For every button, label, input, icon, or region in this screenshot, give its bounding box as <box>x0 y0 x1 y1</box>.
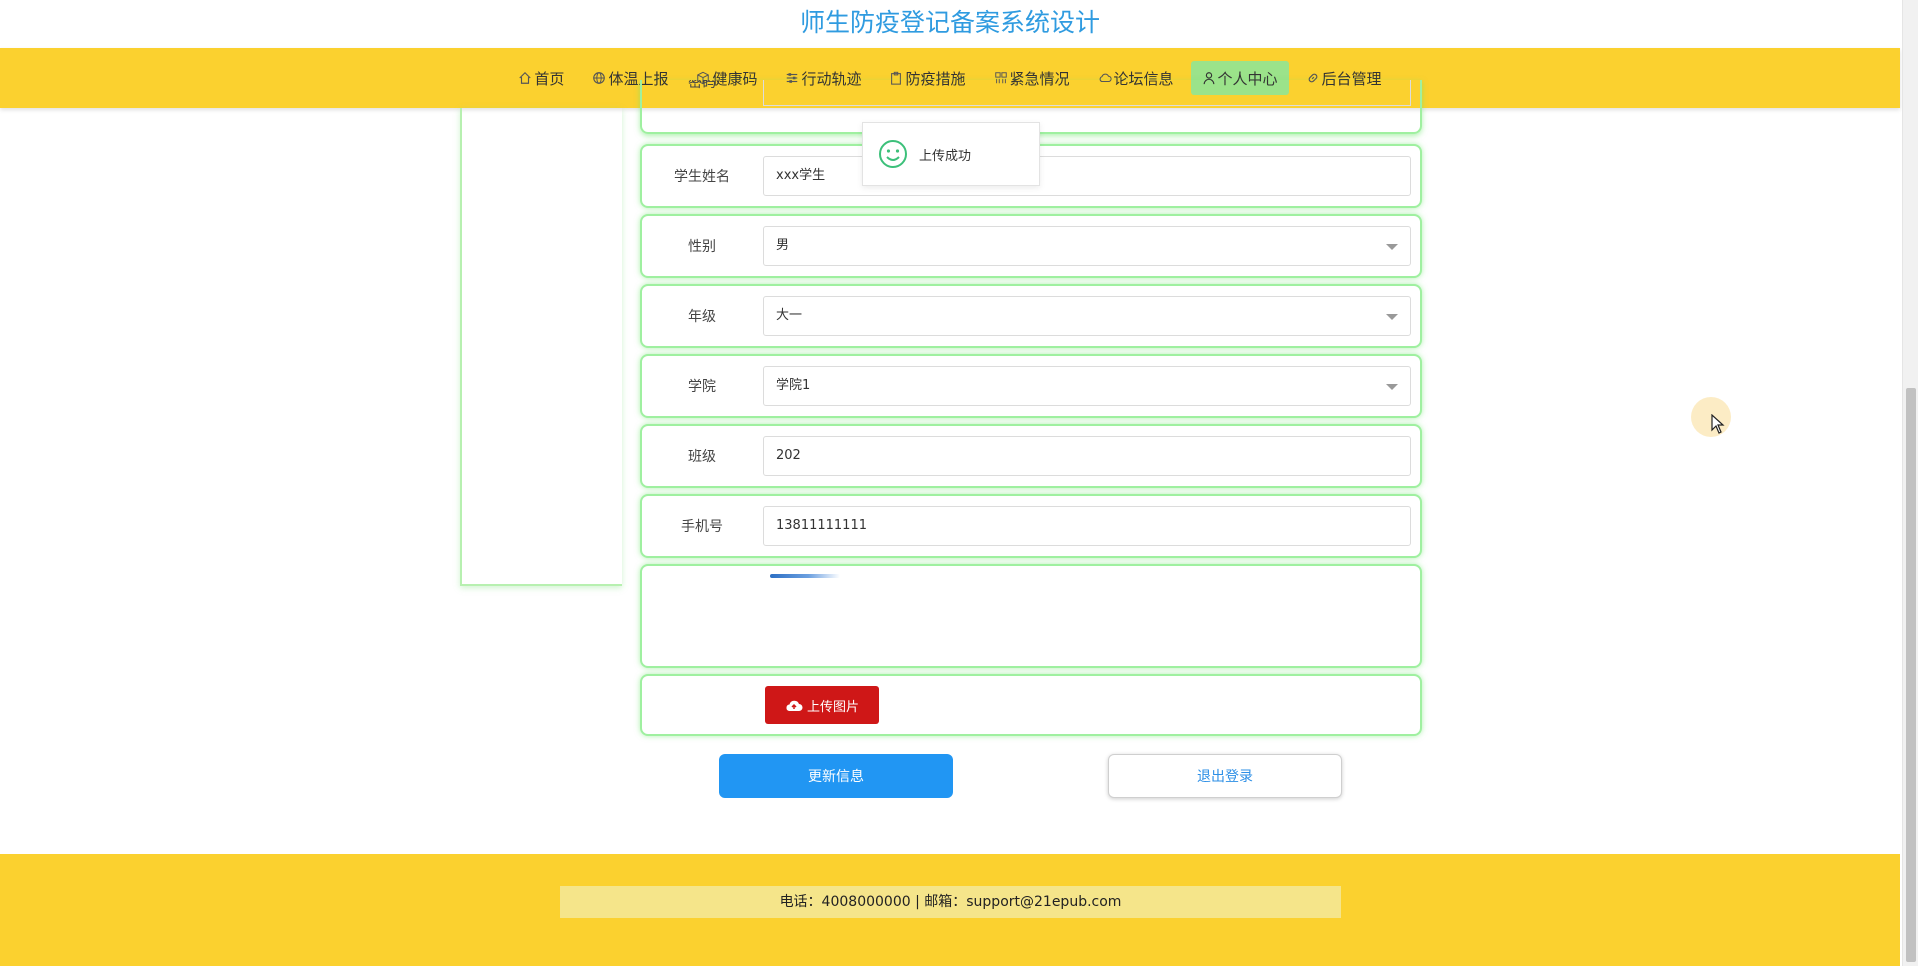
logout-button[interactable]: 退出登录 <box>1108 754 1342 798</box>
cloud-upload-icon <box>786 700 803 711</box>
grade-label: 年级 <box>688 309 716 325</box>
success-toast: 上传成功 <box>862 122 1040 186</box>
chevron-down-icon <box>1386 384 1398 390</box>
form-row-image-preview <box>640 564 1422 668</box>
home-icon <box>519 71 532 84</box>
phone-input[interactable]: 13811111111 <box>763 506 1411 546</box>
class-input[interactable]: 202 <box>763 436 1411 476</box>
globe-icon <box>593 72 606 84</box>
footer: 电话：4008000000 | 邮箱：support@21epub.com <box>0 854 1900 966</box>
student-name-label: 学生姓名 <box>674 169 730 185</box>
gender-value: 男 <box>776 238 790 253</box>
chevron-down-icon <box>1386 244 1398 250</box>
form-row-gender: 性别 男 <box>640 214 1422 278</box>
form-row-phone: 手机号 13811111111 <box>640 494 1422 558</box>
page-scrollbar[interactable] <box>1902 0 1918 966</box>
toast-message: 上传成功 <box>919 148 972 164</box>
form-row-class: 班级 202 <box>640 424 1422 488</box>
scrollbar-thumb[interactable] <box>1906 388 1916 962</box>
form-row-college: 学院 学院1 <box>640 354 1422 418</box>
gender-label: 性别 <box>688 239 716 255</box>
form-row-grade: 年级 大一 <box>640 284 1422 348</box>
upload-image-label: 上传图片 <box>806 699 859 715</box>
college-label: 学院 <box>688 379 716 395</box>
form-row-upload: 上传图片 <box>640 674 1422 736</box>
image-preview <box>770 574 840 578</box>
nav-label-home: 首页 <box>534 69 565 88</box>
nav-item-home[interactable]: 首页 <box>507 61 575 95</box>
chevron-down-icon <box>1386 314 1398 320</box>
student-name-input[interactable]: xxx学生 <box>763 156 1411 196</box>
password-field[interactable] <box>763 80 1411 106</box>
footer-contact: 电话：4008000000 | 邮箱：support@21epub.com <box>560 886 1341 918</box>
update-info-button[interactable]: 更新信息 <box>719 754 953 798</box>
college-value: 学院1 <box>776 378 811 393</box>
password-label: 密码 <box>688 80 716 91</box>
grade-value: 大一 <box>776 308 803 323</box>
grade-select[interactable]: 大一 <box>763 296 1411 336</box>
upload-image-button[interactable]: 上传图片 <box>765 686 879 724</box>
class-label: 班级 <box>688 449 716 465</box>
sidebar-panel <box>460 108 622 586</box>
smile-icon <box>879 140 907 168</box>
site-title: 师生防疫登记备案系统设计 <box>799 8 1100 37</box>
phone-label: 手机号 <box>681 519 723 535</box>
gender-select[interactable]: 男 <box>763 226 1411 266</box>
college-select[interactable]: 学院1 <box>763 366 1411 406</box>
mouse-cursor-icon <box>1711 414 1725 434</box>
